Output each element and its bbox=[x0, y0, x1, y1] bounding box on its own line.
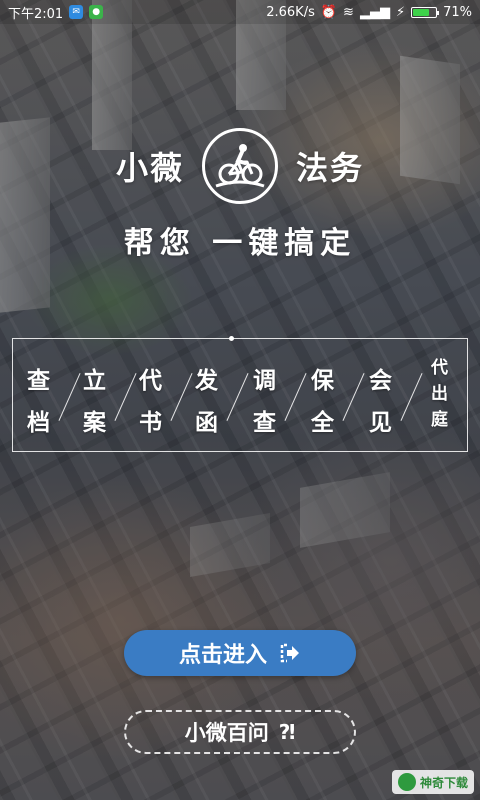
service-char: 调 bbox=[253, 368, 276, 394]
divider bbox=[58, 373, 81, 421]
question-icon: ⁈ bbox=[278, 720, 296, 744]
service-char: 案 bbox=[83, 410, 106, 436]
network-speed: 2.66K/s bbox=[266, 4, 315, 20]
divider bbox=[226, 373, 249, 421]
battery-icon bbox=[411, 6, 440, 18]
service-char: 立 bbox=[83, 368, 106, 394]
qa-button-label: 小微百问 bbox=[184, 721, 269, 745]
services-box: 查 档 立 案 代 书 发 函 调 查 保 全 会 见 代 出 庭 bbox=[12, 336, 468, 452]
slogan: 帮您 一键搞定 bbox=[123, 226, 357, 261]
divider bbox=[114, 373, 137, 421]
charging-icon: ⚡ bbox=[395, 4, 406, 20]
service-char: 档 bbox=[27, 410, 50, 436]
service-char: 见 bbox=[369, 410, 392, 436]
status-bar: 下午2:01 ✉ ● 2.66K/s ⏰ ≋ ▂▄▆ ⚡ 71% bbox=[0, 0, 480, 24]
decorative-dot bbox=[229, 336, 234, 341]
splash-screen: 下午2:01 ✉ ● 2.66K/s ⏰ ≋ ▂▄▆ ⚡ 71% 小薇 法务 帮… bbox=[0, 0, 480, 800]
watermark-logo-icon bbox=[397, 773, 416, 791]
qa-button[interactable]: 小微百问 ⁈ bbox=[124, 710, 356, 754]
service-char: 查 bbox=[27, 368, 50, 394]
divider bbox=[170, 373, 193, 421]
service-char: 查 bbox=[253, 410, 276, 436]
service-char: 代 bbox=[139, 368, 162, 394]
service-char: 书 bbox=[139, 410, 162, 436]
enter-button[interactable]: 点击进入 bbox=[124, 630, 356, 676]
service-char: 会 bbox=[369, 368, 392, 394]
service-char: 庭 bbox=[431, 410, 448, 430]
wechat-notification-icon: ● bbox=[89, 5, 104, 19]
app-logo: 小薇 法务 bbox=[0, 128, 480, 204]
divider bbox=[342, 373, 365, 421]
app-notification-icon: ✉ bbox=[69, 5, 84, 19]
logo-text-left: 小薇 bbox=[115, 149, 184, 187]
service-char: 出 bbox=[431, 384, 448, 404]
divider bbox=[284, 373, 307, 421]
wifi-icon: ≋ bbox=[343, 4, 354, 20]
watermark: 神奇下载 bbox=[391, 770, 474, 794]
enter-button-label: 点击进入 bbox=[178, 643, 267, 668]
status-time: 下午2:01 bbox=[8, 6, 64, 22]
service-char: 保 bbox=[311, 368, 334, 394]
battery-percent: 71% bbox=[443, 4, 472, 20]
logo-text-right: 法务 bbox=[296, 149, 365, 187]
alarm-icon: ⏰ bbox=[320, 4, 338, 20]
service-char: 函 bbox=[195, 410, 218, 436]
service-char: 全 bbox=[311, 410, 334, 436]
divider bbox=[400, 373, 423, 421]
watermark-text: 神奇下载 bbox=[419, 775, 468, 790]
enter-arrow-icon bbox=[280, 643, 299, 663]
signal-icon: ▂▄▆ bbox=[359, 4, 390, 20]
cyclist-emblem-icon bbox=[202, 128, 278, 204]
service-char: 代 bbox=[431, 358, 448, 378]
service-char: 发 bbox=[195, 368, 218, 394]
battery-fill bbox=[413, 8, 429, 16]
